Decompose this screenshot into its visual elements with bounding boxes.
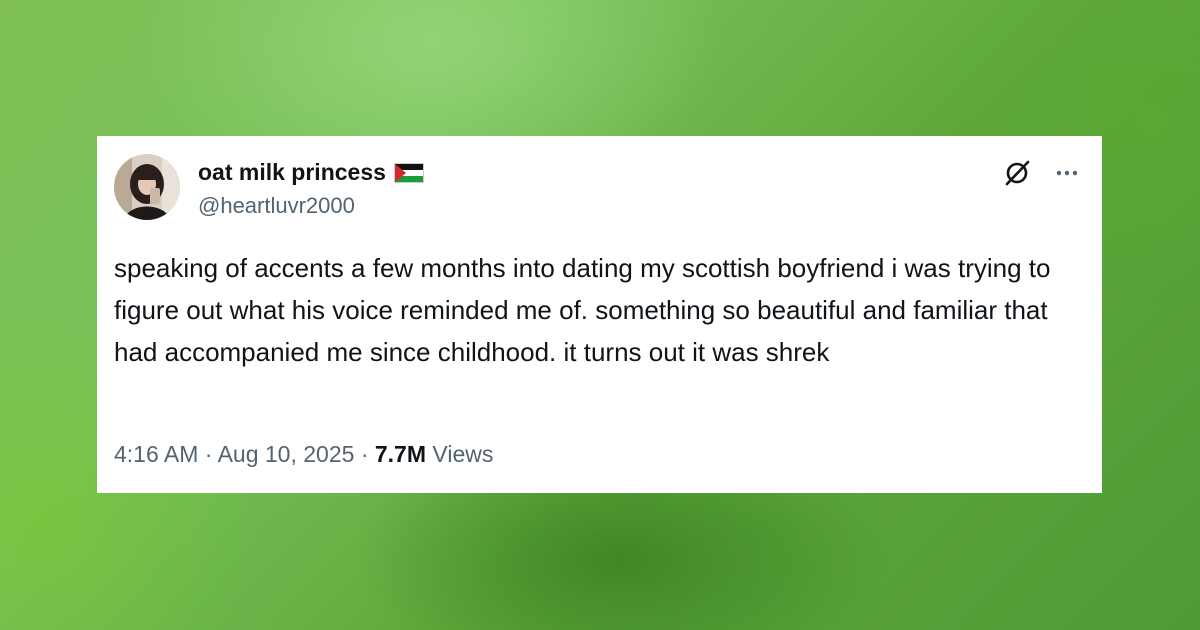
views-label: Views (432, 441, 494, 467)
author-row: oat milk princess (198, 158, 424, 186)
author-handle[interactable]: @heartluvr2000 (198, 192, 355, 220)
more-dots-icon[interactable] (1054, 160, 1080, 186)
display-name[interactable]: oat milk princess (198, 158, 386, 186)
tweet-meta: 4:16 AM · Aug 10, 2025 · 7.7M Views (114, 438, 493, 470)
palestine-flag-icon (393, 163, 424, 183)
profile-photo-icon (114, 154, 180, 220)
meta-separator: · (360, 441, 369, 467)
tweet-time[interactable]: 4:16 AM (114, 441, 198, 467)
meta-separator: · (204, 441, 213, 467)
tweet-text: speaking of accents a few months into da… (114, 253, 1051, 367)
avatar[interactable] (114, 154, 180, 220)
tweet-date[interactable]: Aug 10, 2025 (218, 441, 355, 467)
tweet-card: oat milk princess @heartluvr2000 speakin… (97, 136, 1102, 493)
views-count: 7.7M (374, 441, 427, 467)
slashed-circle-icon[interactable] (1002, 158, 1032, 188)
